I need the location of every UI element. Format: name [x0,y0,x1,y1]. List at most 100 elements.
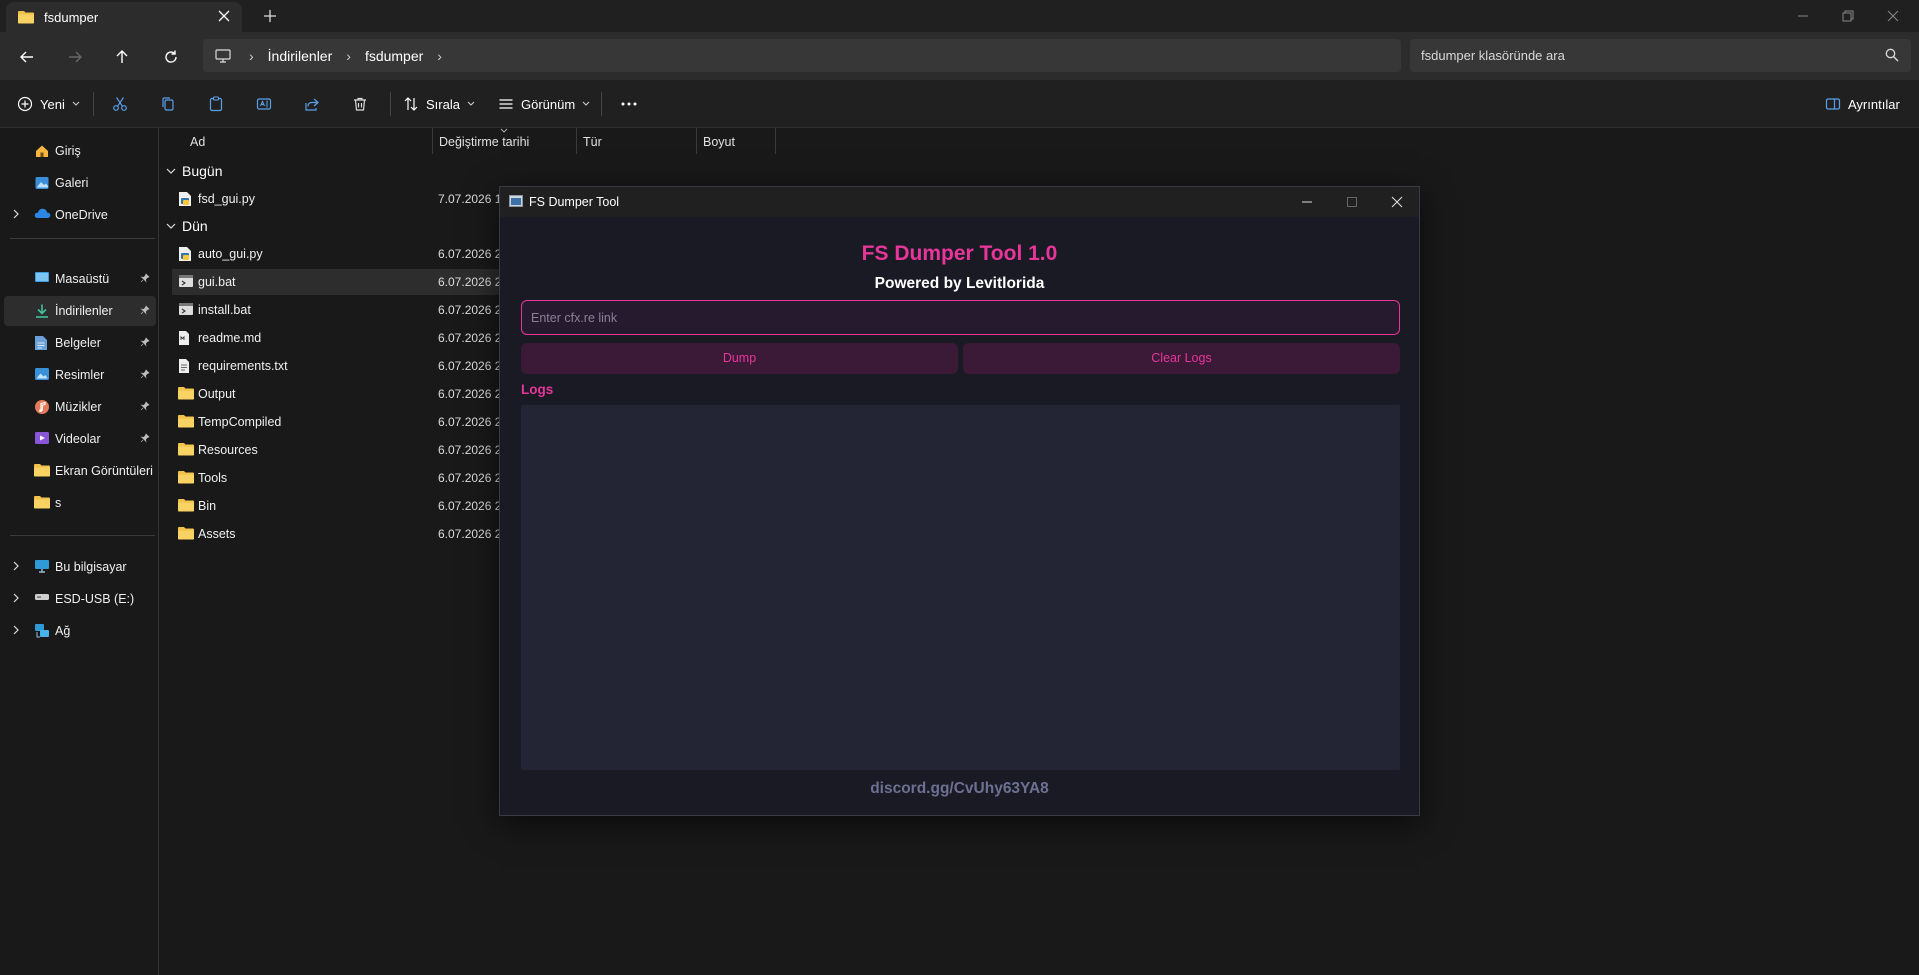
search-box[interactable] [1410,39,1911,72]
list-item[interactable]: readme.md 6.07.2026 20 [172,325,508,351]
sidebar-item-onedrive[interactable]: OneDrive [4,200,156,230]
sidebar-item-s[interactable]: s [4,488,156,518]
close-window-icon[interactable] [1883,6,1903,26]
list-item[interactable]: Assets 6.07.2026 20 [172,521,508,547]
column-header-type[interactable]: Tür [577,128,697,154]
view-button[interactable]: Görünüm [498,92,590,116]
column-header-size[interactable]: Boyut [697,128,776,154]
list-item[interactable]: fsd_gui.py 7.07.2026 18 [172,186,508,212]
list-view-icon [498,96,514,112]
sidebar-item-home[interactable]: Giriş [4,136,156,166]
clear-logs-button[interactable]: Clear Logs [963,343,1400,374]
cfx-link-input[interactable] [521,300,1400,335]
add-tab-icon[interactable] [262,8,278,24]
column-header-name[interactable]: Ad [184,128,432,154]
sidebar-item-desktop[interactable]: Masaüstü [4,264,156,294]
group-header-yesterday[interactable]: Dün [166,218,208,234]
breadcrumb-fsdumper[interactable]: fsdumper [365,48,423,64]
sidebar-item-screenshots[interactable]: Ekran Görüntüleri [4,456,156,486]
paste-button[interactable] [208,92,224,116]
ellipsis-icon [620,101,638,107]
path-bar[interactable]: › İndirilenler › fsdumper › [203,39,1401,72]
tab-fsdumper[interactable]: fsdumper [6,2,242,32]
divider [390,92,391,116]
folder-icon [178,526,194,540]
delete-button[interactable] [352,92,368,116]
address-bar: › İndirilenler › fsdumper › [0,32,1919,80]
pin-icon[interactable] [140,369,150,379]
app-titlebar[interactable]: FS Dumper Tool [500,187,1419,217]
sort-indicator-icon [500,128,508,133]
share-button[interactable] [304,92,320,116]
discord-link[interactable]: discord.gg/CvUhy63YA8 [500,780,1419,798]
pin-icon[interactable] [140,337,150,347]
up-arrow-icon[interactable] [111,46,133,68]
logs-textbox[interactable] [521,405,1400,770]
list-item[interactable]: Output 6.07.2026 21 [172,381,508,407]
sidebar-item-pictures[interactable]: Resimler [4,360,156,390]
pin-icon[interactable] [140,273,150,283]
python-file-icon [178,246,192,262]
maximize-icon[interactable] [1342,193,1362,211]
more-options-button[interactable] [620,92,638,116]
app-subheading: Powered by Levitlorida [874,275,1045,292]
chevron-right-icon[interactable] [12,561,20,571]
chevron-down-icon [72,101,80,107]
minimize-icon[interactable] [1297,193,1317,211]
sidebar-item-gallery[interactable]: Galeri [4,168,156,198]
pin-icon[interactable] [140,433,150,443]
list-item[interactable]: auto_gui.py 6.07.2026 20 [172,241,508,267]
app-heading: FS Dumper Tool 1.0 [861,242,1058,265]
restore-icon[interactable] [1838,6,1858,26]
sidebar-item-music[interactable]: Müzikler [4,392,156,422]
back-arrow-icon[interactable] [16,46,38,68]
chevron-right-icon[interactable] [12,209,20,219]
network-icon [34,623,50,639]
sort-button[interactable]: Sırala [403,92,475,116]
chevron-right-icon[interactable]: › [346,48,351,64]
rename-button[interactable] [256,92,272,116]
details-button[interactable]: Ayrıntılar [1825,92,1900,116]
breadcrumb-downloads[interactable]: İndirilenler [268,48,333,64]
pin-icon[interactable] [140,305,150,315]
divider [601,92,602,116]
sidebar-item-network[interactable]: Ağ [4,616,156,646]
sidebar-item-videos[interactable]: Videolar [4,424,156,454]
sidebar-item-this-pc[interactable]: Bu bilgisayar [4,552,156,582]
search-icon[interactable] [1885,48,1899,62]
logs-label: Logs [521,382,554,397]
copy-button[interactable] [160,92,176,116]
picture-icon [34,367,50,381]
chevron-down-icon [166,168,176,174]
list-item[interactable]: requirements.txt 6.07.2026 20 [172,353,508,379]
sidebar-item-usb-drive[interactable]: ESD-USB (E:) [4,584,156,614]
sidebar-item-downloads[interactable]: İndirilenler [4,296,156,326]
chevron-right-icon[interactable]: › [437,48,442,64]
list-item[interactable]: Resources 6.07.2026 20 [172,437,508,463]
list-item[interactable]: Bin 6.07.2026 20 [172,493,508,519]
close-icon[interactable] [218,10,230,22]
list-item[interactable]: TempCompiled 6.07.2026 21 [172,409,508,435]
tab-label: fsdumper [44,9,99,25]
sort-arrows-icon [403,96,419,112]
group-header-today[interactable]: Bugün [166,163,222,179]
list-item[interactable]: Tools 6.07.2026 20 [172,465,508,491]
plus-circle-icon [17,96,33,112]
list-item[interactable]: install.bat 6.07.2026 20 [172,297,508,323]
chevron-right-icon[interactable] [12,593,20,603]
chevron-right-icon[interactable]: › [249,48,254,64]
list-item[interactable]: gui.bat 6.07.2026 20 [172,269,508,295]
refresh-icon[interactable] [160,46,182,68]
forward-arrow-icon[interactable] [64,46,86,68]
clipboard-icon [208,96,224,112]
cut-button[interactable] [112,92,128,116]
search-input[interactable] [1421,48,1861,63]
dump-button[interactable]: Dump [521,343,958,374]
chevron-down-icon [467,101,475,107]
chevron-right-icon[interactable] [12,625,20,635]
minimize-icon[interactable] [1793,6,1813,26]
pin-icon[interactable] [140,401,150,411]
sidebar-item-documents[interactable]: Belgeler [4,328,156,358]
new-button[interactable]: Yeni [17,92,80,116]
close-icon[interactable] [1387,193,1407,211]
